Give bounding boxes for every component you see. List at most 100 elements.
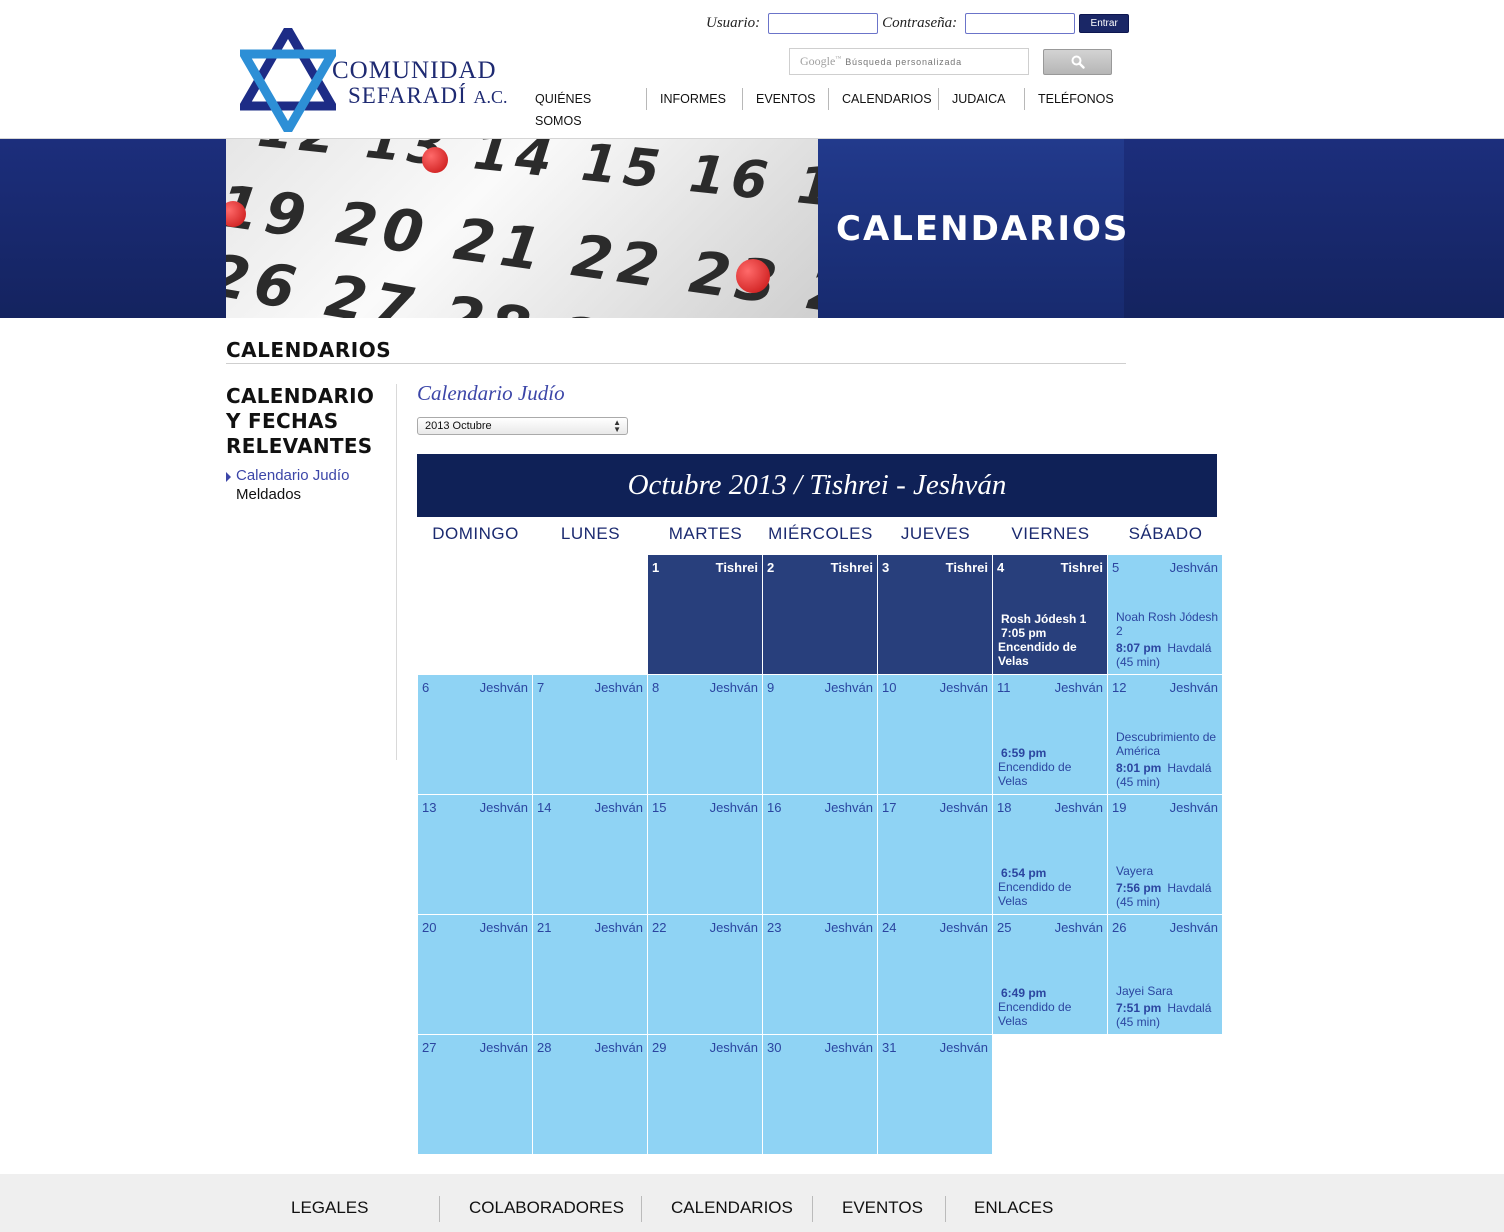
calendar-day-cell[interactable]: 18 Jeshván 6:54 pm Encendido de Velas (993, 795, 1107, 914)
candle-lighting: 6:49 pm Encendido de Velas (998, 986, 1072, 1028)
calendar-day-cell[interactable]: 22 Jeshván (648, 915, 762, 1034)
select-arrows-icon: ▲ ▼ (613, 418, 621, 434)
search-icon (1071, 55, 1085, 69)
banner: 12 13 14 15 16 17 18 19 20 21 22 23 24 2… (0, 139, 1504, 318)
calendar-day-cell[interactable]: 17 Jeshván (878, 795, 992, 914)
hebrew-month: Jeshván (824, 920, 873, 935)
weekday-header: LUNES (560, 524, 621, 543)
footer-legales[interactable]: LEGALES (291, 1196, 369, 1224)
nav-calendarios[interactable]: CALENDARIOS (828, 88, 938, 110)
day-number: 21 (537, 920, 552, 935)
hebrew-month: Jeshván (824, 800, 873, 815)
calendar-day-cell[interactable]: 25 Jeshván 6:49 pm Encendido de Velas (993, 915, 1107, 1034)
day-number: 1 (652, 560, 660, 575)
star-of-david-icon (240, 28, 336, 132)
sidebar-item-meldados[interactable]: Meldados (236, 486, 301, 503)
calendar-month-title: Octubre 2013 / Tishrei - Jeshván (627, 469, 1007, 501)
calendar-day-cell[interactable]: 4 Tishrei Rosh Jódesh 1 7:05 pm Encendido de… (993, 555, 1107, 674)
nav-quienes-somos[interactable]: QUIÉNES SOMOS (522, 88, 646, 128)
calendar-day-cell[interactable]: 5 Jeshván Noah Rosh Jódesh 2 8:07 pm Havdalá… (1108, 555, 1222, 674)
calendar-day-cell[interactable]: 6 Jeshván (418, 675, 532, 794)
footer-calendarios[interactable]: CALENDARIOS (671, 1196, 793, 1224)
calendar-day-cell[interactable]: 8 Jeshván (648, 675, 762, 794)
calendar-day-cell[interactable]: 15 Jeshván (648, 795, 762, 914)
calendar-day-cell[interactable]: 30 Jeshván (763, 1035, 877, 1154)
calendar-day-cell[interactable]: 16 Jeshván (763, 795, 877, 914)
havdala-time: 8:07 pm Havdalá (45 min) (1116, 641, 1212, 669)
hebrew-month: Jeshván (594, 1040, 643, 1055)
calendar-day-cell[interactable]: 31 Jeshván (878, 1035, 992, 1154)
password-label: Contraseña: (882, 14, 958, 31)
banner-title: CALENDARIOS (836, 209, 1130, 249)
footer-eventos[interactable]: EVENTOS (842, 1196, 923, 1224)
calendar-day-cell[interactable]: 2 Tishrei (763, 555, 877, 674)
calendar-day-cell[interactable]: 11 Jeshván 6:59 pm Encendido de Velas (993, 675, 1107, 794)
login-button[interactable]: Entrar (1079, 13, 1130, 33)
calendar-day-cell[interactable]: 12 Jeshván Descubrimiento de América 8:01 p… (1108, 675, 1222, 794)
footer-separator (812, 1196, 813, 1222)
calendar-day-cell[interactable]: 13 Jeshván (418, 795, 532, 914)
weekday-header: SÁBADO (1128, 524, 1203, 543)
footer-enlaces[interactable]: ENLACES (974, 1196, 1053, 1224)
hebrew-month: Jeshván (1169, 800, 1218, 815)
nav-judaica[interactable]: JUDAICA (938, 88, 1024, 110)
calendar-day-cell[interactable]: 20 Jeshván (418, 915, 532, 1034)
calendar-day-cell[interactable]: 27 Jeshván (418, 1035, 532, 1154)
search-button[interactable] (1043, 49, 1112, 75)
calendar-day-cell[interactable]: 14 Jeshván (533, 795, 647, 914)
hebrew-month: Jeshván (594, 680, 643, 695)
footer-separator (439, 1196, 440, 1222)
hebrew-month: Jeshván (939, 920, 988, 935)
calendar-day-cell[interactable]: 1 Tishrei (648, 555, 762, 674)
red-pin-icon (736, 259, 770, 293)
day-number: 12 (1112, 680, 1127, 695)
login-form: Usuario: Contraseña: Entrar (706, 12, 1130, 34)
day-number: 10 (882, 680, 897, 695)
calendar-day-cell[interactable]: 19 Jeshván Vayera 7:56 pm Havdalá (45 min) (1108, 795, 1222, 914)
username-label: Usuario: (706, 14, 761, 31)
day-number: 23 (767, 920, 782, 935)
password-input[interactable] (965, 12, 1076, 34)
calendar-day-cell[interactable]: 9 Jeshván (763, 675, 877, 794)
day-number: 27 (422, 1040, 437, 1055)
hebrew-month: Jeshván (479, 800, 528, 815)
candle-lighting: 6:54 pm Encendido de Velas (998, 866, 1072, 908)
day-number: 22 (652, 920, 667, 935)
sidebar-divider (396, 384, 397, 760)
hebrew-month: Jeshván (709, 1040, 758, 1055)
sidebar-item-calendario-judio[interactable]: Calendario Judío (236, 467, 349, 484)
day-number: 4 (997, 560, 1005, 575)
calendar-day-cell[interactable]: 10 Jeshván (878, 675, 992, 794)
hebrew-month: Jeshván (594, 920, 643, 935)
calendar-day-cell[interactable]: 21 Jeshván (533, 915, 647, 1034)
username-input[interactable] (768, 12, 879, 34)
hebrew-month: Jeshván (1054, 800, 1103, 815)
logo[interactable]: COMUNIDAD SEFARADÍ A.C. (240, 28, 530, 132)
day-number: 6 (422, 680, 430, 695)
day-number: 7 (537, 680, 545, 695)
hebrew-month: Jeshván (824, 1040, 873, 1055)
month-select[interactable]: 2013 Octubre ▲ ▼ (417, 417, 628, 435)
day-number: 11 (997, 680, 1011, 695)
calendar-day-cell[interactable]: 29 Jeshván (648, 1035, 762, 1154)
day-number: 28 (537, 1040, 552, 1055)
calendar-day-cell[interactable]: 7 Jeshván (533, 675, 647, 794)
calendar-day-cell[interactable]: 24 Jeshván (878, 915, 992, 1034)
nav-telefonos[interactable]: TELÉFONOS (1024, 88, 1127, 110)
search-input[interactable] (845, 56, 1016, 67)
day-number: 24 (882, 920, 897, 935)
hebrew-month: Jeshván (1169, 560, 1218, 575)
calendar-day-cell[interactable]: 3 Tishrei (878, 555, 992, 674)
calendar-day-cell[interactable]: 26 Jeshván Jayei Sara 7:51 pm Havdalá (45 mi… (1108, 915, 1222, 1034)
nav-informes[interactable]: INFORMES (646, 88, 742, 110)
day-number: 30 (767, 1040, 782, 1055)
parasha-name: Jayei Sara (1116, 984, 1173, 998)
footer-colaboradores[interactable]: COLABORADORES (469, 1196, 624, 1224)
calendar-day-cell[interactable]: 23 Jeshván (763, 915, 877, 1034)
calendar-day-cell[interactable]: 28 Jeshván (533, 1035, 647, 1154)
day-number: 14 (537, 800, 552, 815)
google-brand: Google™ (800, 54, 842, 68)
day-number: 20 (422, 920, 437, 935)
footer-separator (641, 1196, 642, 1222)
nav-eventos[interactable]: EVENTOS (742, 88, 828, 110)
